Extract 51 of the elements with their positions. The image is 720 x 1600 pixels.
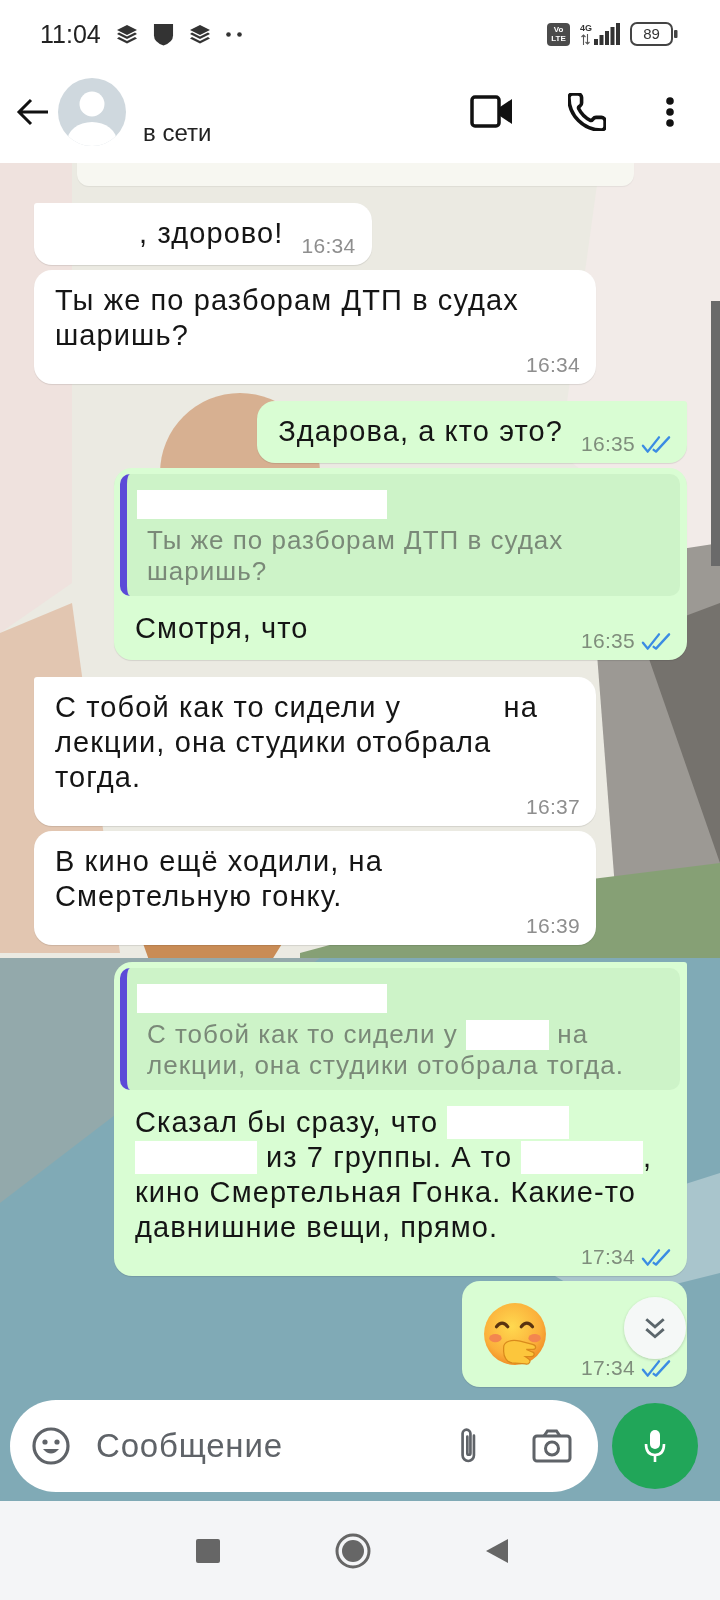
layers-icon	[116, 24, 137, 44]
message-text: В кино ещё ходили, на Смертельную гонку.	[55, 844, 384, 914]
more-options-icon[interactable]	[666, 96, 674, 127]
message-bubble[interactable]: Ты же по разборам ДТП в судах шаришь? 16:34	[34, 270, 596, 384]
message-text: Смотря, что	[135, 611, 309, 646]
quoted-text: С тобой как то сидели у на лекции, она студики отобрала тогда.	[147, 1019, 625, 1081]
message-bubble[interactable]: , здорово! 16:34	[34, 203, 372, 265]
message-bubble[interactable]: Ты же по разборам ДТП в судах шаришь? Смотря, что 16:35	[114, 468, 687, 660]
message-field[interactable]: Сообщение	[96, 1425, 440, 1467]
message-time: 17:34	[580, 1247, 635, 1267]
message-composer[interactable]: Сообщение	[10, 1400, 598, 1492]
microphone-icon	[643, 1429, 667, 1463]
message-time: 16:34	[301, 236, 356, 256]
message-bubble[interactable]: С тобой как то сидели у на лекции, она студики отобрала тогда. 16:37	[34, 677, 596, 826]
message-bubble[interactable]: В кино ещё ходили, на Смертельную гонку. 16:39	[34, 831, 596, 945]
message-time: 16:37	[525, 797, 580, 817]
network-type-text: 4G	[580, 23, 592, 33]
back-icon[interactable]	[486, 1538, 508, 1563]
phone-icon[interactable]	[568, 92, 606, 131]
message-text: С тобой как то сидели у на лекции, она студики отобрала тогда.	[55, 690, 539, 795]
signal-icon	[594, 23, 620, 45]
more-notifications-icon	[225, 31, 242, 37]
scrollbar-thumb[interactable]	[711, 301, 720, 566]
shield-icon	[152, 22, 174, 46]
video-camera-icon[interactable]	[470, 95, 512, 128]
contact-status: в сети	[143, 119, 212, 147]
double-chevron-down-icon	[644, 1316, 666, 1340]
message-bubble[interactable]: С тобой как то сидели у на лекции, она студики отобрала тогда. Сказал бы сразу, что из 7 группы. А то , кино Смертельная Гонка. Какие-то давнишние вещи, прямо. 17:34	[114, 962, 687, 1276]
message-time: 16:34	[525, 355, 580, 375]
volte-badge: Vo LTE	[547, 22, 570, 46]
paperclip-icon[interactable]	[460, 1427, 476, 1465]
message-time: 16:35	[580, 434, 635, 454]
back-arrow-icon[interactable]	[16, 97, 49, 126]
battery-indicator: 89	[630, 22, 678, 46]
message-text: Сказал бы сразу, что из 7 группы. А то , кино Смертельная Гонка. Какие-то давнишние вещи, прямо.	[135, 1105, 654, 1245]
layers-icon	[189, 24, 210, 44]
quoted-text: Ты же по разборам ДТП в судах шаришь?	[147, 525, 565, 587]
smiley-icon[interactable]	[32, 1427, 70, 1465]
message-text: , здорово!	[138, 216, 284, 251]
message-text: Ты же по разборам ДТП в судах шаришь?	[55, 283, 520, 353]
message-time: 16:39	[525, 916, 580, 936]
message-time: 16:35	[580, 631, 635, 651]
face-hand-over-mouth-icon	[482, 1302, 547, 1366]
recents-icon[interactable]	[196, 1538, 220, 1563]
message-time: 17:34	[580, 1358, 635, 1378]
data-arrows-icon	[581, 34, 591, 45]
status-time: 11:04	[40, 19, 101, 49]
camera-icon[interactable]	[532, 1429, 572, 1463]
message-bubble[interactable]: Здарова, а кто это? 16:35	[257, 401, 687, 463]
message-text: Здарова, а кто это?	[278, 414, 563, 449]
home-icon[interactable]	[335, 1532, 371, 1569]
